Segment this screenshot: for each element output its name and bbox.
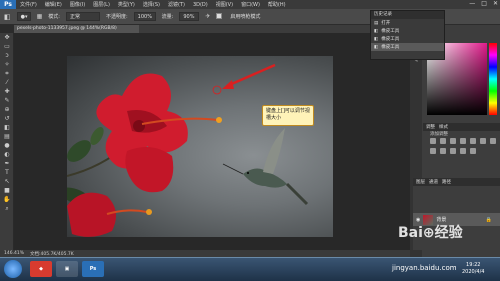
- lock-icon: 🔒: [485, 216, 492, 223]
- tab-paths[interactable]: 路径: [442, 179, 451, 185]
- taskbar-app-button[interactable]: ▣: [56, 261, 78, 277]
- zoom-icon[interactable]: ⌕: [0, 204, 14, 213]
- dodge-icon[interactable]: ◐: [0, 150, 14, 159]
- lasso-icon[interactable]: ↄ: [0, 51, 14, 60]
- taskbar-photoshop-button[interactable]: Ps: [82, 261, 104, 277]
- baidu-watermark: Bai⊕经验: [398, 225, 463, 241]
- annotation-note: 键盘上[]可以调节视槽大小: [262, 105, 314, 126]
- airbrush-icon[interactable]: ✈: [205, 13, 210, 20]
- taskbar-clock[interactable]: 19:22 2020/4/4: [462, 262, 484, 276]
- start-button[interactable]: [4, 260, 22, 278]
- menu-select[interactable]: 选择(S): [139, 1, 164, 8]
- layers-tabs: 图层 通道 路径: [413, 178, 500, 186]
- opacity-label: 不透明度:: [105, 14, 128, 20]
- clock-date: 2020/4/4: [462, 269, 485, 275]
- close-button[interactable]: ✕: [493, 0, 498, 7]
- menu-type[interactable]: 类型(Y): [114, 1, 139, 8]
- flow-input[interactable]: 90%: [179, 12, 200, 21]
- document-size: 文档:405.7K/405.7K: [30, 251, 74, 257]
- tab-styles[interactable]: 样式: [439, 124, 448, 130]
- tab-channels[interactable]: 通道: [429, 179, 438, 185]
- stamp-icon[interactable]: ⊕: [0, 105, 14, 114]
- watermark-url: jingyan.baidu.com: [392, 264, 457, 272]
- zoom-level[interactable]: 146.41%: [4, 251, 24, 256]
- history-row[interactable]: ◧ 橡皮工具: [371, 35, 444, 43]
- hand-icon[interactable]: ✋: [0, 195, 14, 204]
- adjustment-icons: [430, 138, 496, 154]
- taskbar-app-button[interactable]: ◆: [30, 261, 52, 277]
- eyedropper-icon[interactable]: ⁄: [0, 78, 14, 87]
- toolbox: ✥ ▭ ↄ ✧ ⌗ ⁄ ✚ ✎ ⊕ ↺ ◧ ▤ ● ◐ ✒ T ↖ ■ ✋ ⌕: [0, 33, 14, 250]
- brush-size-picker[interactable]: ●▾: [16, 12, 31, 21]
- type-icon[interactable]: T: [0, 168, 14, 177]
- photo-filter-icon[interactable]: [440, 148, 446, 154]
- eraser-icon: ◧: [374, 28, 379, 34]
- opacity-input[interactable]: 100%: [133, 12, 156, 21]
- crop-icon[interactable]: ⌗: [0, 69, 14, 78]
- posterize-icon[interactable]: [470, 148, 476, 154]
- airbrush-checkbox[interactable]: [216, 12, 224, 21]
- menu-3d[interactable]: 3D(D): [189, 2, 212, 8]
- menu-window[interactable]: 窗口(W): [237, 1, 264, 8]
- exposure-icon[interactable]: [460, 138, 466, 144]
- black-white-icon[interactable]: [430, 148, 436, 154]
- menu-layer[interactable]: 图层(L): [89, 1, 114, 8]
- eraser-tool-icon[interactable]: ◧: [4, 13, 11, 21]
- tab-layers[interactable]: 图层: [416, 179, 425, 185]
- curves-icon[interactable]: [450, 138, 456, 144]
- tab-adjustments[interactable]: 调整: [426, 124, 435, 130]
- document-canvas-photo[interactable]: [67, 56, 333, 237]
- airbrush-checkbox-label: 启用喷枪模式: [230, 14, 261, 20]
- hibiscus-hummingbird-image: [67, 63, 309, 237]
- photoshop-logo: Ps: [0, 0, 16, 9]
- history-row[interactable]: ◧ 橡皮工具: [371, 27, 444, 35]
- menu-file[interactable]: 文件(F): [16, 1, 41, 8]
- adjustments-title: 添加调整: [430, 132, 448, 137]
- hue-slider[interactable]: [489, 43, 497, 115]
- brush-icon[interactable]: ✎: [0, 96, 14, 105]
- invert-icon[interactable]: [460, 148, 466, 154]
- healing-icon[interactable]: ✚: [0, 87, 14, 96]
- adjustments-tabs: 调整 样式: [423, 123, 500, 131]
- brush-panel-icon[interactable]: ▦: [37, 13, 43, 20]
- pen-icon[interactable]: ✒: [0, 159, 14, 168]
- flow-label: 流量:: [161, 14, 174, 20]
- hue-saturation-icon[interactable]: [480, 138, 486, 144]
- minimize-button[interactable]: —: [469, 0, 475, 7]
- gradient-icon[interactable]: ▤: [0, 132, 14, 141]
- history-row[interactable]: ▤ 打开: [371, 19, 444, 27]
- path-select-icon[interactable]: ↖: [0, 177, 14, 186]
- levels-icon[interactable]: [440, 138, 446, 144]
- status-bar: 146.41% 文档:405.7K/405.7K: [0, 250, 410, 257]
- menu-help[interactable]: 帮助(H): [264, 1, 290, 8]
- maximize-button[interactable]: □: [481, 0, 487, 7]
- history-row-selected[interactable]: ◧ 橡皮工具: [371, 43, 444, 51]
- menu-filter[interactable]: 滤镜(T): [164, 1, 189, 8]
- eraser-icon: ◧: [374, 36, 379, 42]
- move-icon[interactable]: ✥: [0, 33, 14, 42]
- shape-icon[interactable]: ■: [0, 186, 14, 195]
- menu-view[interactable]: 视图(V): [212, 1, 237, 8]
- history-brush-icon[interactable]: ↺: [0, 114, 14, 123]
- eraser-icon: ◧: [374, 44, 379, 50]
- menu-bar: Ps 文件(F) 编辑(E) 图像(I) 图层(L) 类型(Y) 选择(S) 滤…: [0, 0, 500, 9]
- marquee-icon[interactable]: ▭: [0, 42, 14, 51]
- document-icon: ▤: [374, 20, 379, 26]
- magic-wand-icon[interactable]: ✧: [0, 60, 14, 69]
- menu-edit[interactable]: 编辑(E): [41, 1, 66, 8]
- menu-image[interactable]: 图像(I): [66, 1, 89, 8]
- mode-select[interactable]: 正常: [65, 12, 100, 21]
- channel-mixer-icon[interactable]: [450, 148, 456, 154]
- window-controls: — □ ✕: [469, 0, 498, 7]
- history-panel: 历史记录 ▤ 打开 ◧ 橡皮工具 ◧ 橡皮工具 ◧ 橡皮工具: [370, 10, 445, 60]
- blur-icon[interactable]: ●: [0, 141, 14, 150]
- color-balance-icon[interactable]: [490, 138, 496, 144]
- history-panel-title: 历史记录: [371, 11, 444, 19]
- vibrance-icon[interactable]: [470, 138, 476, 144]
- document-tab[interactable]: pexels-photo-1133957.jpeg @ 144%(RGB/8): [14, 25, 139, 33]
- brightness-icon[interactable]: [430, 138, 436, 144]
- eraser-icon[interactable]: ◧: [0, 123, 14, 132]
- mode-label: 模式:: [48, 14, 60, 20]
- clock-time: 19:22: [466, 262, 481, 268]
